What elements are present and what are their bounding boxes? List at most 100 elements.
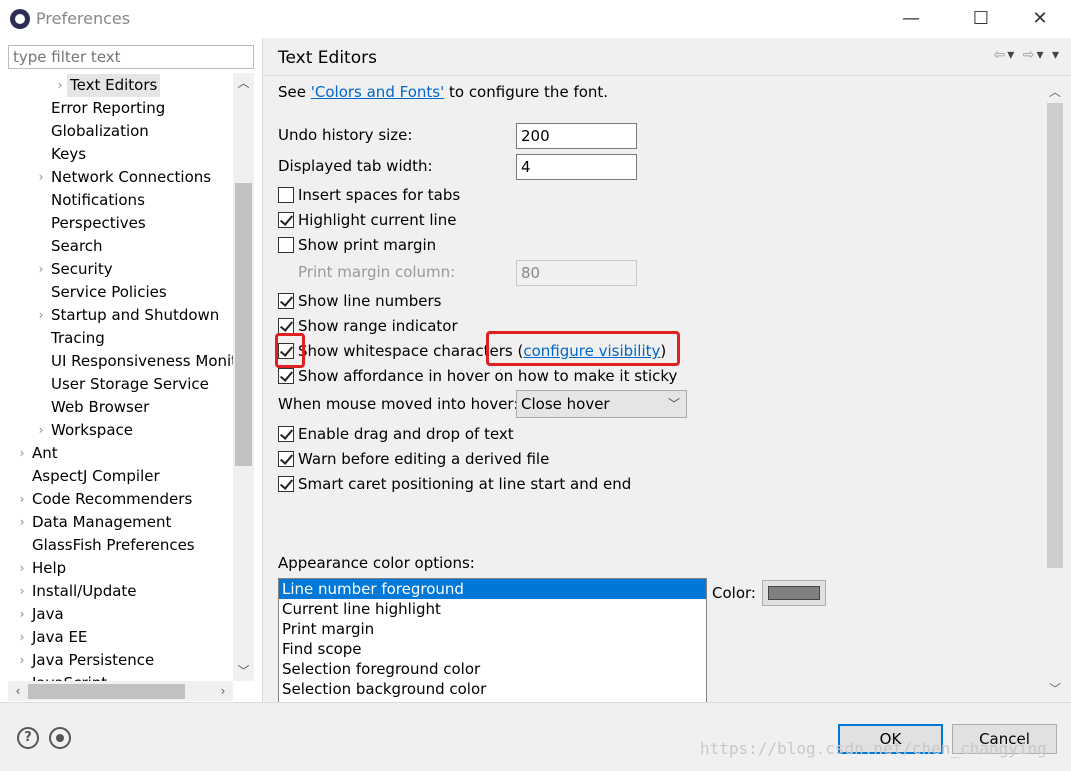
sidebar-item[interactable]: Error Reporting — [0, 97, 233, 120]
import-export-icon[interactable] — [49, 727, 71, 749]
annotation-highlight-link — [486, 331, 680, 366]
checkbox-checked-icon[interactable] — [278, 451, 294, 467]
checkbox-checked-icon[interactable] — [278, 318, 294, 334]
page-vertical-scrollbar[interactable]: ︿ ﹀ — [1045, 83, 1065, 698]
chevron-right-icon[interactable]: › — [16, 557, 28, 580]
sidebar-item[interactable]: Service Policies — [0, 281, 233, 304]
sidebar-item[interactable]: › Startup and Shutdown — [0, 304, 233, 327]
back-arrow-icon[interactable]: ⇦ — [994, 47, 1008, 63]
sidebar-item[interactable]: Perspectives — [0, 212, 233, 235]
chevron-right-icon[interactable]: › — [54, 74, 66, 97]
sidebar-item[interactable]: GlassFish Preferences — [0, 534, 233, 557]
chevron-right-icon[interactable]: › — [16, 580, 28, 603]
sidebar-item[interactable]: › Text Editors — [0, 74, 233, 97]
sidebar-item[interactable]: Search — [0, 235, 233, 258]
chevron-right-icon[interactable]: › — [16, 649, 28, 672]
checkbox-icon[interactable] — [278, 187, 294, 203]
sidebar-item-label: Search — [51, 237, 103, 255]
colors-and-fonts-link[interactable]: 'Colors and Fonts' — [311, 83, 444, 101]
filter-input[interactable] — [8, 45, 254, 69]
help-icon[interactable]: ? — [17, 727, 39, 749]
checkbox-label: Enable drag and drop of text — [298, 425, 514, 443]
sidebar-item[interactable]: UI Responsiveness Monit — [0, 350, 233, 373]
checkbox-checked-icon[interactable] — [278, 368, 294, 384]
sidebar-item[interactable]: › Security — [0, 258, 233, 281]
list-item[interactable]: Find scope — [279, 639, 706, 659]
minimize-button[interactable]: — — [888, 4, 934, 34]
maximize-button[interactable]: ☐ — [958, 4, 1004, 34]
chevron-right-icon[interactable]: › — [35, 166, 47, 189]
sidebar-item-label: Keys — [51, 145, 87, 163]
hover-select[interactable]: Close hover ﹀ — [516, 390, 687, 418]
chevron-right-icon[interactable]: › — [16, 488, 28, 511]
sidebar-item[interactable]: › Data Management — [0, 511, 233, 534]
sidebar-item[interactable]: Web Browser — [0, 396, 233, 419]
forward-dropdown-icon[interactable]: ▾ — [1036, 47, 1045, 63]
sidebar-item[interactable]: User Storage Service — [0, 373, 233, 396]
sidebar-item[interactable]: › Ant — [0, 442, 233, 465]
scroll-up-icon[interactable]: ︿ — [1045, 83, 1065, 101]
checkbox-checked-icon[interactable] — [278, 476, 294, 492]
sidebar-item[interactable]: › JavaScript — [0, 672, 233, 681]
sidebar-vertical-scrollbar[interactable]: ︿ ﹀ — [233, 73, 254, 681]
preferences-sidebar: ›Text EditorsError ReportingGlobalizatio… — [0, 38, 263, 702]
chevron-right-icon[interactable]: › — [16, 626, 28, 649]
sidebar-item[interactable]: › Help — [0, 557, 233, 580]
list-item[interactable]: Current line highlight — [279, 599, 706, 619]
sidebar-item-label: Workspace — [51, 421, 133, 439]
sidebar-item[interactable]: Tracing — [0, 327, 233, 350]
sidebar-item-label: Service Policies — [51, 283, 167, 301]
checkbox-checked-icon[interactable] — [278, 426, 294, 442]
sidebar-item[interactable]: Keys — [0, 143, 233, 166]
appearance-color-list[interactable]: Line number foreground Current line highl… — [278, 578, 707, 702]
list-item[interactable]: Print margin — [279, 619, 706, 639]
sidebar-horizontal-scrollbar[interactable]: ‹ › — [8, 681, 233, 701]
scroll-right-icon[interactable]: › — [213, 681, 233, 701]
forward-arrow-icon[interactable]: ⇨ — [1023, 47, 1037, 63]
font-note: See 'Colors and Fonts' to configure the … — [278, 83, 608, 101]
chevron-right-icon[interactable]: › — [35, 419, 47, 442]
sidebar-item-label: UI Responsiveness Monit — [51, 352, 233, 370]
scroll-down-icon[interactable]: ﹀ — [1045, 680, 1065, 698]
scroll-up-icon[interactable]: ︿ — [233, 73, 254, 93]
color-picker-button[interactable] — [762, 580, 826, 606]
close-button[interactable]: ✕ — [1017, 4, 1063, 34]
sidebar-item[interactable]: › Install/Update — [0, 580, 233, 603]
hover-label: When mouse moved into hover: — [278, 395, 519, 413]
sidebar-item[interactable]: › Workspace — [0, 419, 233, 442]
back-dropdown-icon[interactable]: ▾ — [1007, 47, 1016, 63]
chevron-right-icon[interactable]: › — [16, 672, 28, 681]
sidebar-item[interactable]: AspectJ Compiler — [0, 465, 233, 488]
scrollbar-thumb[interactable] — [1047, 103, 1063, 568]
checkbox-checked-icon[interactable] — [278, 293, 294, 309]
chevron-right-icon[interactable]: › — [35, 304, 47, 327]
sidebar-item[interactable]: › Java — [0, 603, 233, 626]
list-item[interactable]: Selection background color — [279, 679, 706, 699]
tab-width-field[interactable]: 4 — [516, 154, 637, 180]
page-header: Text Editors ⇦▾ ⇨▾ ▾ — [264, 38, 1071, 76]
sidebar-item-label: Web Browser — [51, 398, 150, 416]
scrollbar-thumb[interactable] — [235, 183, 252, 466]
preference-page: Text Editors ⇦▾ ⇨▾ ▾ See 'Colors and Fon… — [264, 38, 1071, 702]
chevron-right-icon[interactable]: › — [16, 603, 28, 626]
checkbox-checked-icon[interactable] — [278, 212, 294, 228]
sidebar-item[interactable]: Notifications — [0, 189, 233, 212]
chevron-right-icon[interactable]: › — [35, 258, 47, 281]
scroll-down-icon[interactable]: ﹀ — [233, 661, 254, 681]
view-menu-icon[interactable]: ▾ — [1052, 47, 1061, 63]
chevron-right-icon[interactable]: › — [16, 511, 28, 534]
page-navigation: ⇦▾ ⇨▾ ▾ — [994, 47, 1061, 63]
checkbox-icon[interactable] — [278, 237, 294, 253]
sidebar-item[interactable]: › Java EE — [0, 626, 233, 649]
scrollbar-thumb[interactable] — [28, 684, 185, 699]
sidebar-item[interactable]: Globalization — [0, 120, 233, 143]
sidebar-item[interactable]: › Code Recommenders — [0, 488, 233, 511]
sidebar-item[interactable]: › Network Connections — [0, 166, 233, 189]
window-title: Preferences — [36, 9, 131, 28]
list-item[interactable]: Line number foreground — [279, 579, 706, 599]
scroll-left-icon[interactable]: ‹ — [8, 681, 28, 701]
list-item[interactable]: Selection foreground color — [279, 659, 706, 679]
sidebar-item[interactable]: › Java Persistence — [0, 649, 233, 672]
chevron-right-icon[interactable]: › — [16, 442, 28, 465]
undo-history-field[interactable]: 200 — [516, 123, 637, 149]
